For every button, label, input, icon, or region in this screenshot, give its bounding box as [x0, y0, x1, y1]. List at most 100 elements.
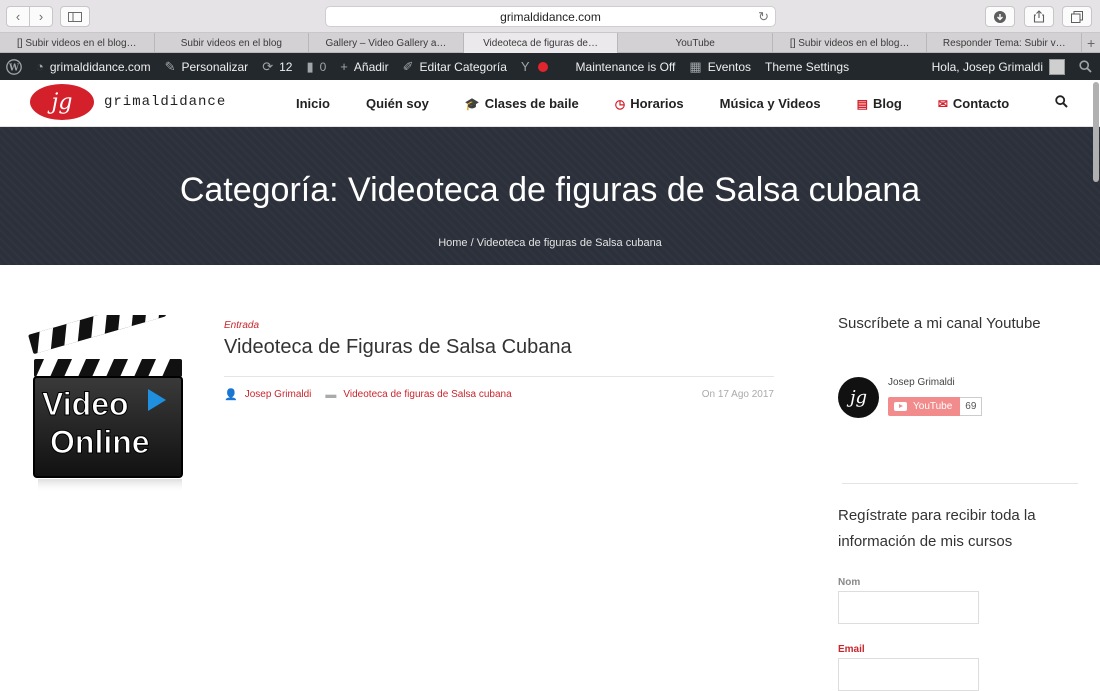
post-title[interactable]: Videoteca de Figuras de Salsa Cubana [224, 336, 572, 359]
browser-tab-active[interactable]: Videoteca de figuras de… [463, 33, 619, 53]
post-thumbnail[interactable]: Video Online [28, 296, 188, 495]
nav-item-quien-soy[interactable]: Quién soy [366, 96, 429, 111]
nav-item-clases[interactable]: 🎓 Clases de baile [465, 96, 579, 111]
customize-link[interactable]: ✎ Personalizar [158, 53, 256, 80]
browser-tab[interactable]: Gallery – Video Gallery a… [309, 33, 464, 53]
post-author-link[interactable]: Josep Grimaldi [245, 389, 312, 400]
edit-category-link[interactable]: ✐ Editar Categoría [396, 53, 514, 80]
svg-text:W: W [8, 63, 20, 73]
video-clapperboard-icon: Video Online [28, 296, 183, 493]
back-button[interactable]: ‹ [6, 6, 30, 27]
seo-status-icon [537, 61, 548, 72]
downloads-button[interactable] [985, 6, 1015, 27]
channel-avatar[interactable]: jg [838, 377, 879, 418]
maintenance-link[interactable]: Maintenance is Off [569, 53, 683, 80]
forward-button[interactable]: › [29, 6, 53, 27]
nav-item-musica-videos[interactable]: Música y Videos [720, 96, 821, 111]
user-avatar [1049, 58, 1065, 75]
newsletter-widget-title: Regístrate para recibir toda la informac… [838, 507, 1036, 550]
breadcrumb: Home / Videoteca de figuras de Salsa cub… [0, 237, 1100, 249]
browser-tab[interactable]: Subir videos en el blog [155, 33, 310, 53]
email-field[interactable] [838, 658, 979, 691]
refresh-icon: ⟳ [262, 58, 274, 74]
user-icon: 👤 [224, 389, 238, 401]
breadcrumb-separator: / [467, 237, 477, 249]
address-bar[interactable]: grimaldidance.com ↻ [325, 6, 776, 27]
site-search-button[interactable] [1055, 95, 1068, 111]
nav-item-blog[interactable]: ▤ Blog [857, 96, 902, 111]
add-new-link[interactable]: + Añadir [333, 53, 395, 80]
channel-name[interactable]: Josep Grimaldi [888, 377, 955, 388]
post-meta: 👤 Josep Grimaldi ▬ Videoteca de figuras … [224, 388, 774, 402]
folder-icon: ▬ [325, 388, 337, 401]
events-link[interactable]: ▦ Eventos [682, 53, 758, 80]
share-icon [1033, 10, 1045, 23]
logo-text: grimaldidance [104, 94, 227, 110]
browser-tab[interactable]: [] Subir videos en el blog… [773, 33, 928, 53]
browser-toolbar: ‹ › grimaldidance.com ↻ [0, 0, 1100, 33]
sidebar-icon [68, 11, 82, 22]
wp-admin-bar: W ◔ grimaldidance.com ✎ Personalizar ⟳ 12 ▮… [0, 53, 1100, 80]
account-menu[interactable]: Hola, Josep Grimaldi [925, 53, 1072, 80]
nav-item-contacto[interactable]: ✉ Contacto [938, 96, 1009, 111]
tab-overview-button[interactable] [1062, 6, 1092, 27]
browser-tab[interactable]: Responder Tema: Subir v… [927, 33, 1083, 53]
post-type-label: Entrada [224, 320, 260, 331]
category-banner: Categoría: Videoteca de figuras de Salsa… [0, 127, 1100, 265]
post-divider [224, 376, 774, 377]
breadcrumb-home[interactable]: Home [438, 237, 467, 249]
chevron-left-icon: ‹ [15, 9, 21, 24]
plus-icon: + [1086, 35, 1096, 51]
post-category-link[interactable]: Videoteca de figuras de Salsa cubana [343, 389, 511, 400]
name-field-label: Nom [838, 577, 861, 588]
site-logo[interactable]: jg grimaldidance [30, 84, 226, 120]
calendar-icon: ▦ [689, 58, 702, 74]
email-field-label: Email [838, 644, 865, 655]
yoast-icon: Y [520, 59, 530, 74]
youtube-subscribe-button[interactable]: YouTube 69 [888, 397, 983, 416]
plus-icon: + [340, 59, 348, 74]
svg-text:Online: Online [50, 424, 150, 460]
search-icon [1079, 60, 1092, 73]
sidebar-toggle-button[interactable] [60, 6, 90, 27]
wordpress-icon: W [6, 58, 22, 75]
svg-text:Video: Video [42, 386, 129, 422]
youtube-play-icon [894, 402, 907, 411]
browser-tab[interactable]: [] Subir videos en el blog… [0, 33, 155, 53]
updates-link[interactable]: ⟳ 12 [255, 53, 299, 80]
name-field[interactable] [838, 591, 979, 624]
comments-link[interactable]: ▮ 0 [299, 53, 333, 80]
reload-icon[interactable]: ↻ [758, 9, 769, 25]
sidebar-divider [842, 483, 1078, 484]
url-text: grimaldidance.com [500, 9, 601, 24]
logo-mark: jg [30, 84, 94, 120]
subscribe-label: YouTube [913, 401, 953, 412]
page-title: Categoría: Videoteca de figuras de Salsa… [179, 171, 921, 209]
envelope-icon: ✉ [937, 96, 948, 111]
youtube-widget-title: Suscríbete a mi canal Youtube [838, 315, 1041, 332]
comment-icon: ▮ [306, 58, 314, 74]
nav-item-inicio[interactable]: Inicio [296, 96, 330, 111]
download-icon [994, 10, 1006, 23]
search-icon [1055, 95, 1068, 108]
nav-item-horarios[interactable]: ◷ Horarios [615, 96, 684, 111]
chevron-right-icon: › [38, 9, 44, 24]
theme-settings-link[interactable]: Theme Settings [758, 53, 856, 80]
newspaper-icon: ▤ [856, 96, 868, 111]
dashboard-icon: ◔ [36, 59, 44, 74]
tabs-icon [1071, 10, 1083, 23]
new-tab-button[interactable]: + [1082, 33, 1100, 53]
admin-search-button[interactable] [1072, 53, 1100, 80]
page-scrollbar[interactable] [1093, 82, 1099, 182]
main-nav: Inicio Quién soy 🎓 Clases de baile ◷ Horar… [296, 80, 1045, 127]
yoast-seo-button[interactable]: Y [514, 53, 555, 80]
graduation-cap-icon: 🎓 [464, 96, 480, 111]
site-header: jg grimaldidance Inicio Quién soy 🎓 Clase… [0, 80, 1100, 127]
breadcrumb-current: Videoteca de figuras de Salsa cubana [476, 237, 662, 249]
site-name-link[interactable]: ◔ grimaldidance.com [29, 53, 158, 80]
wp-logo-button[interactable]: W [0, 53, 29, 80]
share-button[interactable] [1024, 6, 1054, 27]
post-date: On 17 Ago 2017 [701, 389, 774, 400]
clock-icon: ◷ [614, 96, 626, 111]
browser-tab[interactable]: YouTube [618, 33, 773, 53]
